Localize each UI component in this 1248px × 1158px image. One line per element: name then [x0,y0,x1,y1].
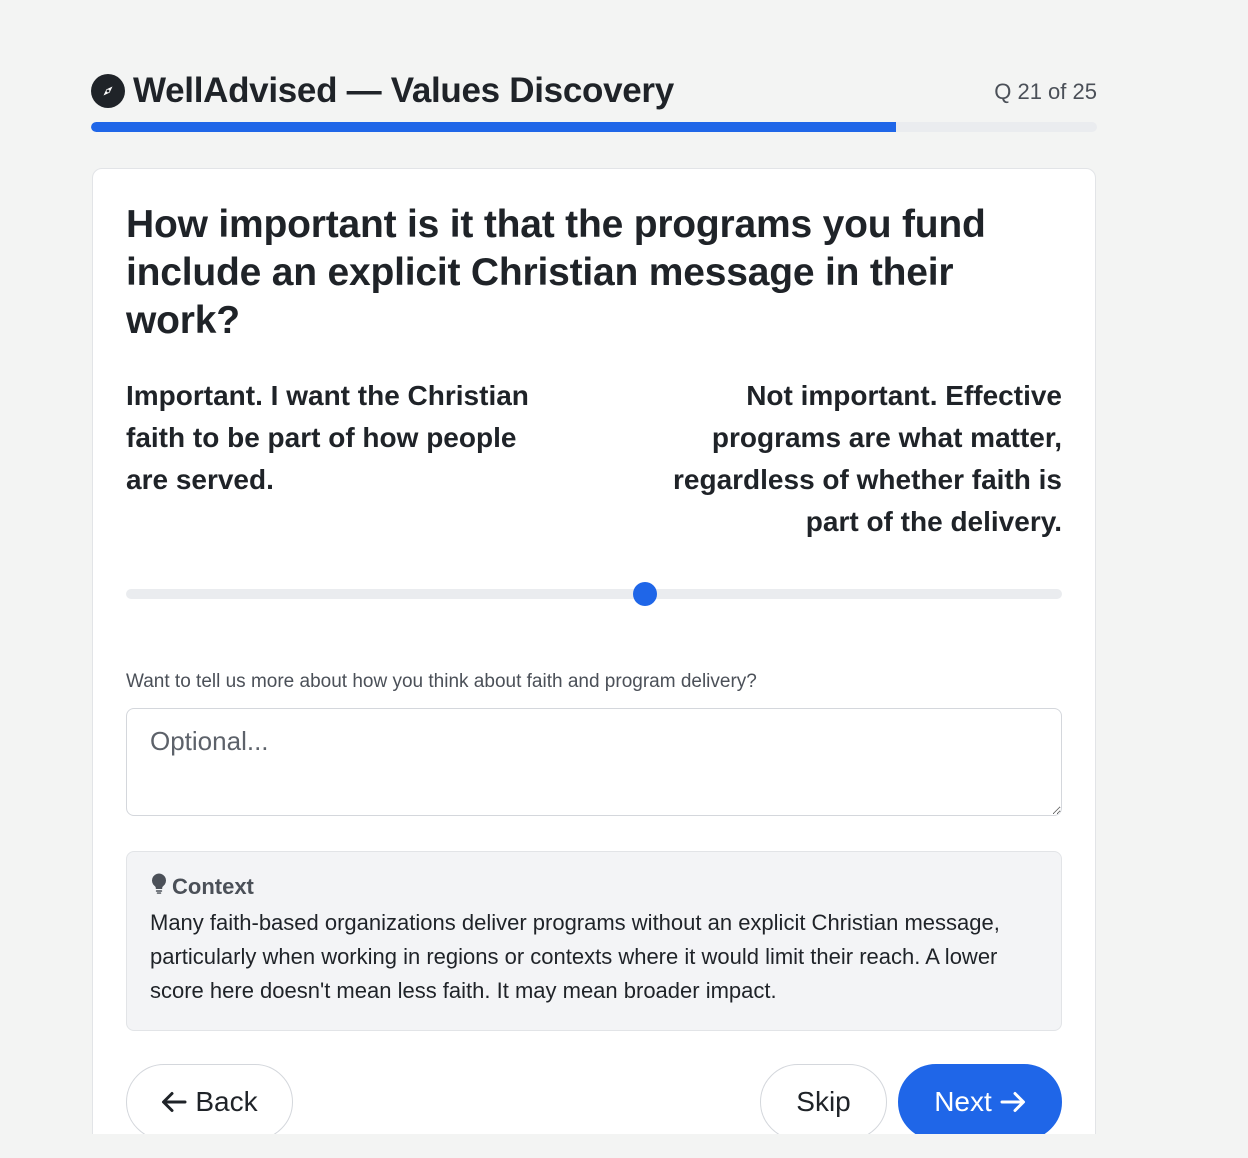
app-frame: WellAdvised — Values Discovery Q 21 of 2… [24,24,1222,1134]
context-box: Context Many faith-based organizations d… [126,851,1062,1031]
back-button[interactable]: Back [126,1064,293,1134]
progress-bar-fill [91,122,896,132]
question-card: How important is it that the programs yo… [92,168,1096,1134]
question-counter: Q 21 of 25 [994,79,1097,104]
arrow-right-icon [1000,1092,1025,1112]
lightbulb-icon [150,872,168,902]
comment-input[interactable] [126,708,1062,816]
importance-slider[interactable] [126,579,1062,609]
context-title: Context [172,874,254,899]
arrow-left-icon [162,1092,187,1112]
progress-bar [91,122,1097,132]
right-anchor-label: Not important. Effective programs are wh… [673,380,1062,537]
back-button-label: Back [195,1086,258,1117]
app-title: WellAdvised — Values Discovery [133,71,674,110]
question-text: How important is it that the programs yo… [126,203,986,342]
skip-button-label: Skip [796,1086,851,1117]
next-button[interactable]: Next [898,1064,1062,1134]
next-button-label: Next [934,1086,992,1117]
skip-button[interactable]: Skip [760,1064,887,1134]
context-heading: Context [150,872,1038,902]
left-anchor-label: Important. I want the Christian faith to… [126,380,529,495]
context-body: Many faith-based organizations deliver p… [150,910,1000,1003]
slider-track[interactable] [126,589,1062,599]
header: WellAdvised — Values Discovery Q 21 of 2… [91,70,1097,110]
slider-thumb[interactable] [633,582,658,606]
comment-label: Want to tell us more about how you think… [126,671,757,692]
compass-icon [91,74,125,108]
